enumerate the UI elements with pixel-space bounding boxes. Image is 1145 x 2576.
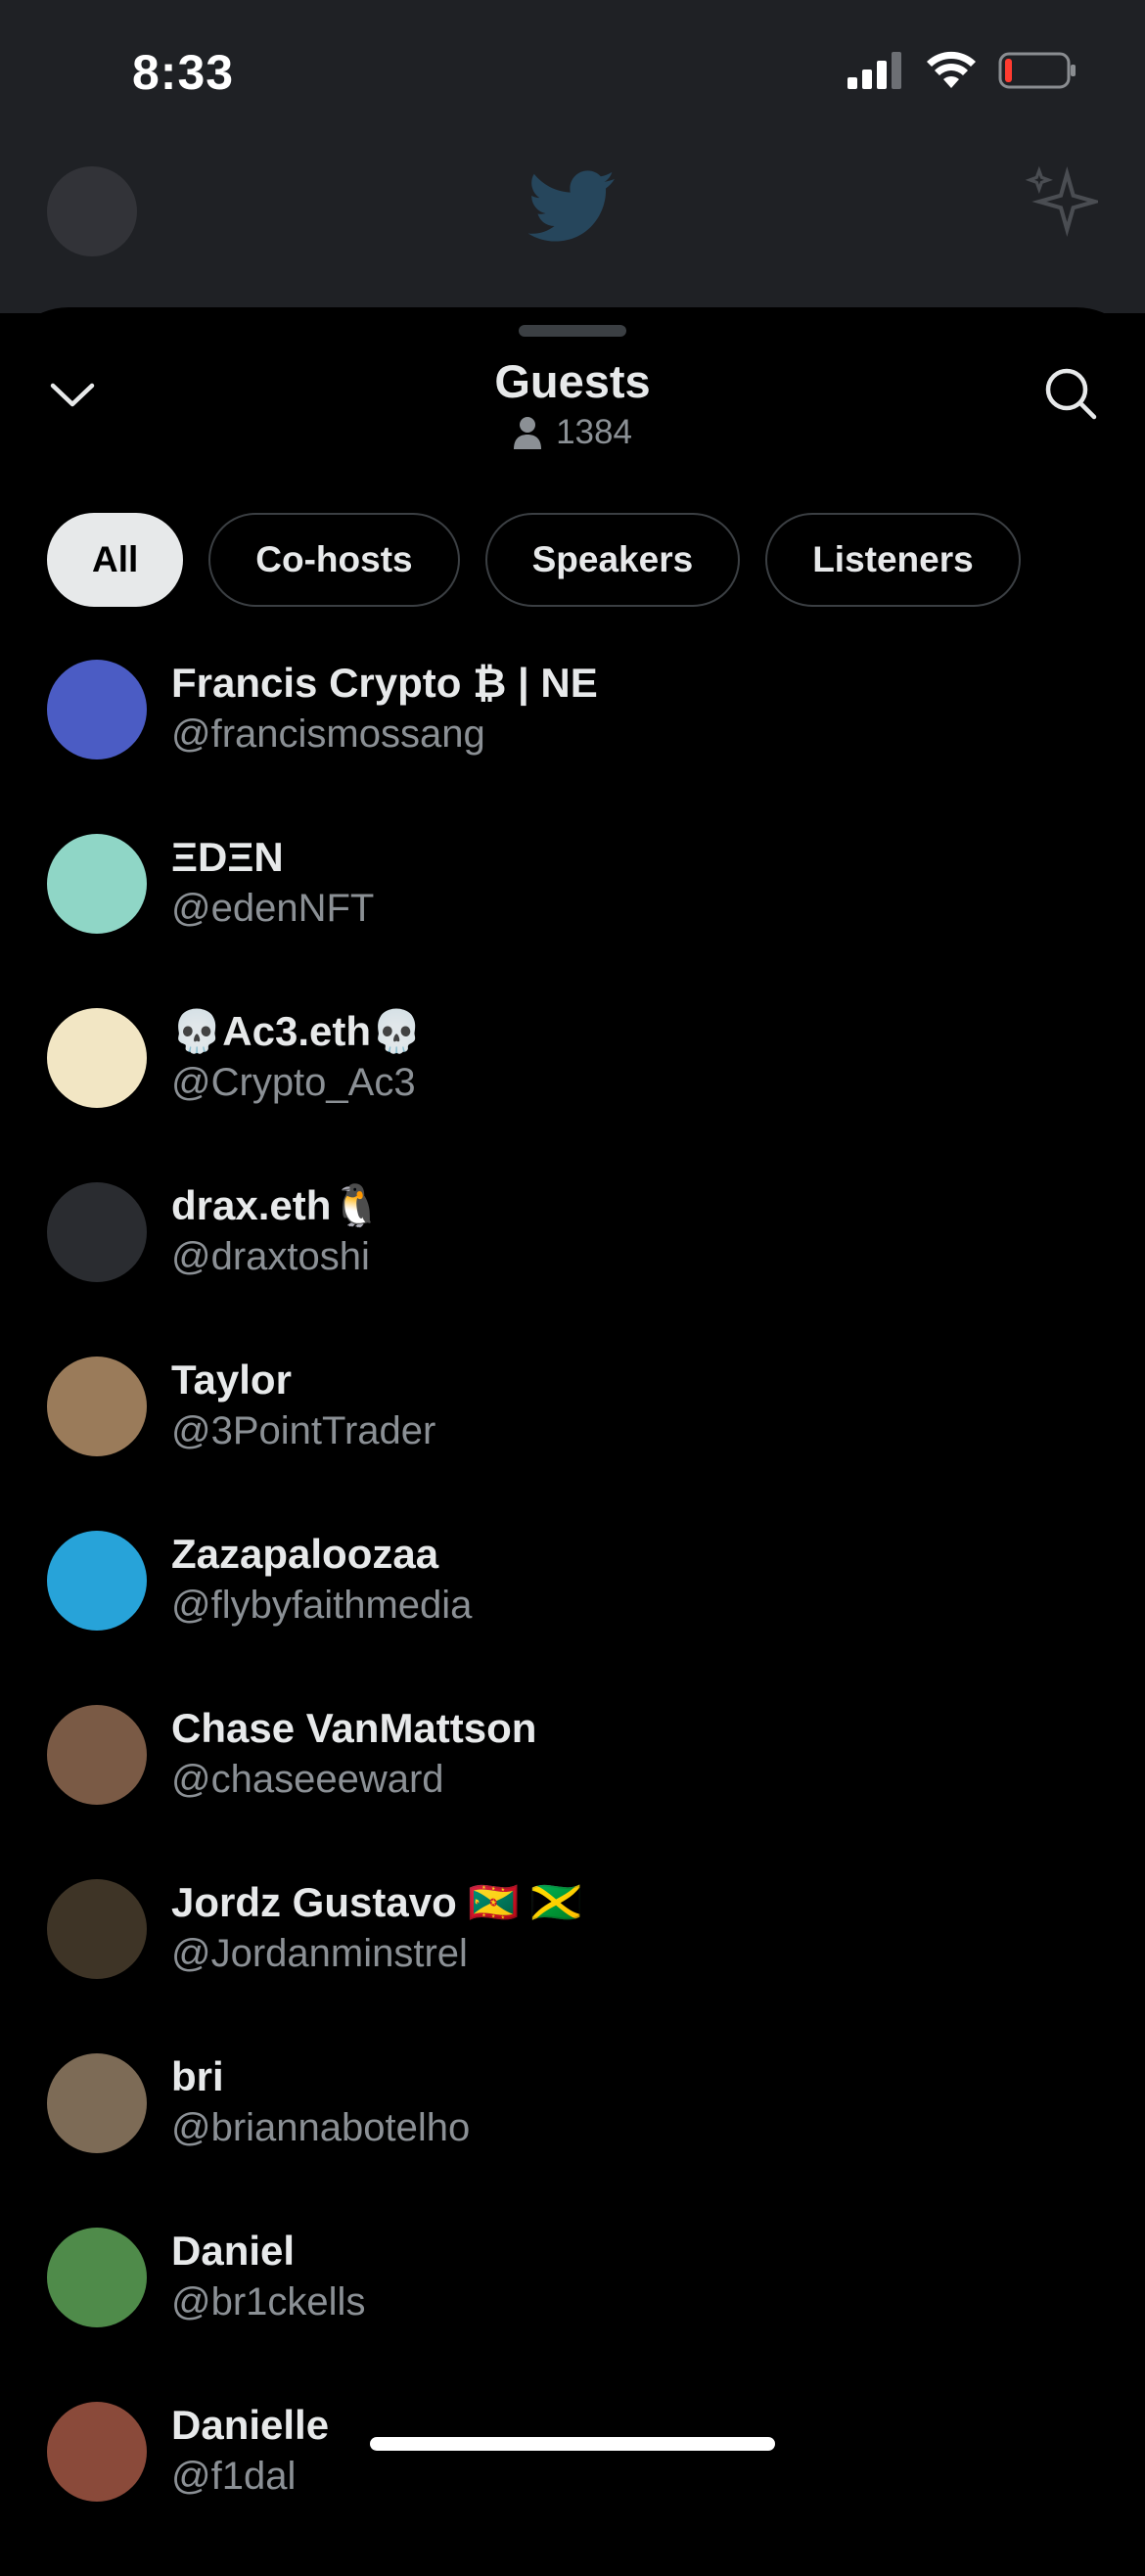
tab-listeners[interactable]: Listeners: [765, 513, 1021, 607]
guest-name: Danielle: [171, 2402, 330, 2448]
guest-handle: @chaseeeward: [171, 1758, 444, 1801]
status-time: 8:33: [132, 45, 235, 100]
status-bar: 8:33: [0, 0, 1145, 147]
status-icons: [847, 51, 1076, 90]
guest-row[interactable]: ΞDΞN @edenNFT: [0, 834, 1145, 1008]
guest-name: Jordz Gustavo 🇬🇩 🇯🇲: [171, 1879, 582, 1925]
guest-name: Zazapaloozaa: [171, 1531, 439, 1577]
guest-row[interactable]: drax.eth🐧 @draxtoshi: [0, 1182, 1145, 1357]
person-icon: [514, 417, 542, 449]
guest-handle: @br1ckells: [171, 2280, 366, 2323]
avatar[interactable]: [47, 2402, 147, 2502]
filter-tabs: All Co-hosts Speakers Listeners: [47, 513, 1021, 607]
listener-count: 1384: [0, 413, 1145, 452]
guest-handle: @draxtoshi: [171, 1235, 370, 1278]
guest-row[interactable]: Daniel @br1ckells: [0, 2228, 1145, 2402]
search-icon: [1045, 368, 1097, 420]
tab-all[interactable]: All: [47, 513, 184, 607]
guest-name: Francis Crypto ₿ | NE: [171, 660, 598, 706]
avatar[interactable]: [47, 834, 147, 934]
guest-row[interactable]: 💀Ac3.eth💀 @Crypto_Ac3: [0, 1008, 1145, 1182]
guest-row[interactable]: Francis Crypto ₿ | NE @francismossang: [0, 660, 1145, 834]
twitter-logo-icon: [528, 170, 615, 242]
guest-name: drax.eth🐧: [171, 1182, 383, 1228]
guest-row[interactable]: Chase VanMattson @chaseeeward: [0, 1705, 1145, 1879]
guest-row[interactable]: Jordz Gustavo 🇬🇩 🇯🇲 @Jordanminstrel: [0, 1879, 1145, 2053]
avatar[interactable]: [47, 1705, 147, 1805]
guest-handle: @Crypto_Ac3: [171, 1061, 416, 1104]
guest-name: 💀Ac3.eth💀: [171, 1008, 423, 1054]
avatar[interactable]: [47, 1008, 147, 1108]
guest-handle: @Jordanminstrel: [171, 1932, 468, 1975]
guest-handle: @3PointTrader: [171, 1409, 436, 1452]
guest-name: Chase VanMattson: [171, 1705, 537, 1751]
backdrop-header: [0, 147, 1145, 313]
search-button[interactable]: [1035, 358, 1106, 429]
avatar[interactable]: [47, 1879, 147, 1979]
guest-name: Daniel: [171, 2228, 296, 2274]
guests-sheet: Guests 1384 All Co-hosts Speakers Listen…: [0, 307, 1145, 2502]
avatar[interactable]: [47, 2228, 147, 2327]
battery-icon: [998, 52, 1076, 89]
avatar[interactable]: [47, 1357, 147, 1456]
cellular-signal-icon: [847, 52, 901, 89]
guest-name: Taylor: [171, 1357, 292, 1403]
sheet-grabber[interactable]: [519, 325, 626, 337]
sparkle-icon: [1025, 165, 1098, 237]
guest-handle: @francismossang: [171, 713, 485, 756]
guest-handle: @edenNFT: [171, 887, 375, 930]
avatar[interactable]: [47, 1531, 147, 1631]
guest-name: ΞDΞN: [171, 834, 284, 880]
guest-handle: @briannabotelho: [171, 2106, 471, 2149]
avatar[interactable]: [47, 2053, 147, 2153]
avatar[interactable]: [47, 1182, 147, 1282]
listener-count-value: 1384: [556, 413, 632, 451]
guest-handle: @flybyfaithmedia: [171, 1584, 473, 1627]
guest-row[interactable]: bri @briannabotelho: [0, 2053, 1145, 2228]
tab-co-hosts[interactable]: Co-hosts: [208, 513, 460, 607]
guest-row[interactable]: Zazapaloozaa @flybyfaithmedia: [0, 1531, 1145, 1705]
avatar[interactable]: [47, 660, 147, 759]
wifi-icon: [927, 51, 976, 88]
tab-speakers[interactable]: Speakers: [484, 513, 741, 607]
guest-name: bri: [171, 2053, 224, 2099]
guest-row[interactable]: Danielle @f1dal: [0, 2402, 1145, 2576]
guest-row[interactable]: Taylor @3PointTrader: [0, 1357, 1145, 1531]
sheet-title: Guests: [494, 355, 651, 407]
profile-avatar: [47, 166, 137, 256]
home-indicator[interactable]: [370, 2437, 775, 2451]
guest-handle: @f1dal: [171, 2455, 297, 2498]
